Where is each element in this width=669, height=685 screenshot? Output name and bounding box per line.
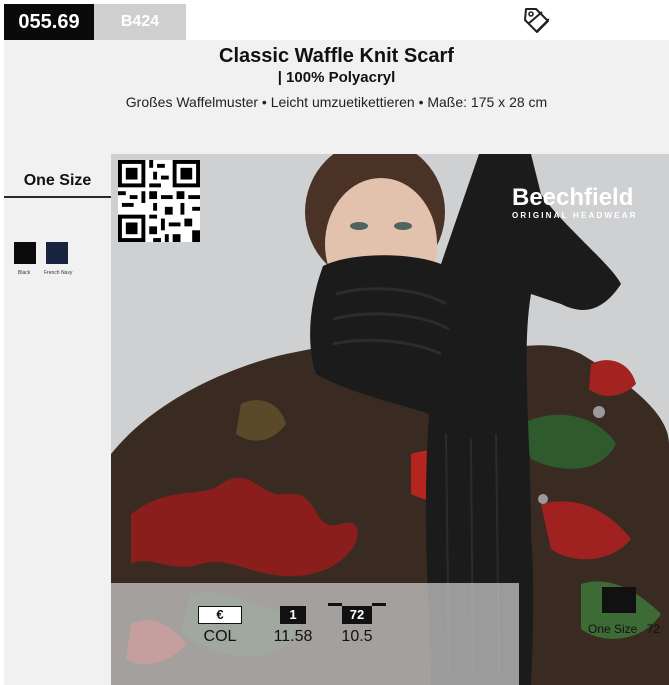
item-code: 055.69 [4, 4, 94, 40]
color-label-french-navy: French Navy [44, 270, 73, 276]
color-label-black: Black [18, 270, 31, 276]
product-title: Classic Waffle Knit Scarf [219, 45, 454, 67]
product-header: Classic Waffle Knit Scarf | 100% Polyacr… [4, 40, 669, 154]
tier-dash-right [372, 603, 386, 606]
top-bar: 055.69 B424 [0, 0, 669, 40]
size-divider [4, 196, 111, 198]
brand-name: Beechfield [512, 184, 634, 211]
size-label: One Size [23, 172, 92, 189]
size-swatch [602, 587, 636, 613]
qty-tier-1: 1 [280, 606, 306, 624]
brand-subtitle: ORIGINAL HEADWEAR [512, 211, 638, 220]
qty-tier-2: 72 [342, 606, 372, 624]
product-features: Großes Waffelmuster • Leicht umzuetikett… [125, 94, 548, 110]
brand-logo: Beechfield ORIGINAL HEADWEAR [512, 184, 662, 221]
variant-sidebar: One Size Black French Navy [4, 154, 111, 685]
size-label-text: One Size [588, 622, 638, 636]
size-qty: 72 [646, 622, 661, 636]
product-code: B424 [94, 4, 186, 40]
color-swatch-french-navy[interactable] [46, 242, 68, 264]
price-tag-icon[interactable] [522, 6, 552, 34]
col-label: COL [203, 628, 237, 645]
tier-dash-left [328, 603, 342, 606]
currency-box: € [198, 606, 242, 624]
price-tier-2: 10.5 [341, 628, 373, 645]
price-tier-1: 11.58 [273, 628, 313, 645]
qr-code-icon[interactable] [118, 160, 200, 242]
color-swatch-black[interactable] [14, 242, 36, 264]
size-qty-label: One Size 72 [588, 622, 660, 636]
product-material: | 100% Polyacryl [277, 69, 396, 86]
